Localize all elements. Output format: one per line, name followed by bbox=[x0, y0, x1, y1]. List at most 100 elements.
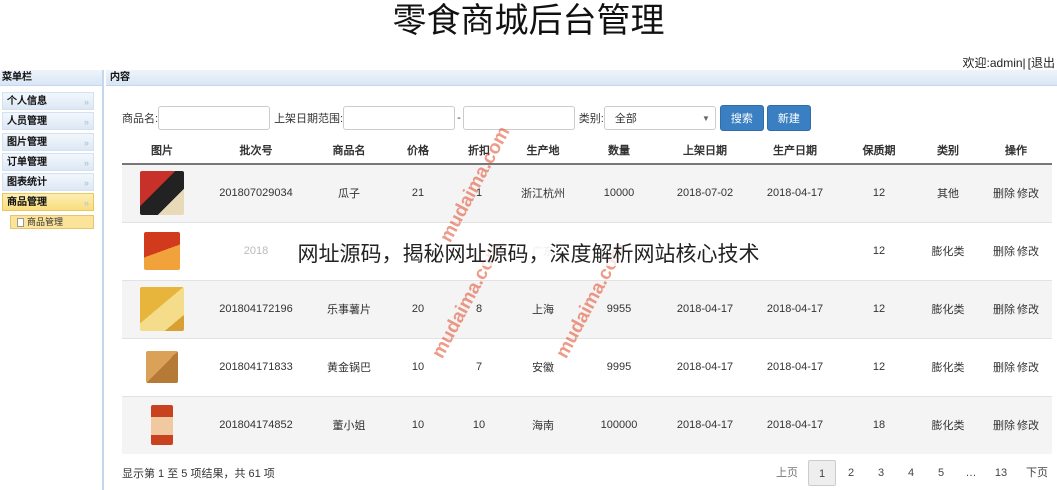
edit-link[interactable]: 修改 bbox=[1017, 188, 1039, 200]
page-button[interactable]: 13 bbox=[986, 460, 1016, 486]
cell-actions: 删除 修改 bbox=[980, 163, 1052, 222]
column-header: 商品名 bbox=[310, 136, 388, 165]
cell-category: 膨化类 bbox=[916, 279, 980, 338]
table-footer: 显示第 1 至 5 项结果，共 61 项 上页 1 2 3 4 5 … 13 下… bbox=[122, 458, 1052, 488]
column-header: 生产日期 bbox=[748, 136, 842, 165]
cell-category: 膨化类 bbox=[916, 221, 980, 280]
sidebar: 菜单栏 个人信息 » 人员管理 » 图片管理 » 订单管理 » 图表统计 » 商品管理 » … bbox=[0, 70, 104, 490]
cell-category: 膨化类 bbox=[916, 395, 980, 454]
search-button[interactable]: 搜索 bbox=[719, 105, 764, 131]
chevron-icon: » bbox=[83, 178, 89, 189]
cell-list-date: 2018-07-02 bbox=[662, 163, 748, 222]
welcome-text: 欢迎:admin| bbox=[962, 56, 1026, 70]
delete-link[interactable]: 删除 bbox=[993, 188, 1015, 200]
table-row: 201804171833 黄金锅巴 10 7 安徽 9995 2018-04-1… bbox=[122, 337, 1052, 396]
cell-price: 21 bbox=[388, 163, 448, 222]
cell-shelf-life: 18 bbox=[842, 395, 916, 454]
content-panel: 内容 商品名: 上架日期范围: - 类别: 全部 ▼ 搜索 新建 图片 批次号 商… bbox=[106, 70, 1057, 490]
page-button[interactable]: 3 bbox=[866, 460, 896, 486]
cell-price: 10 bbox=[388, 395, 448, 454]
category-select[interactable]: 全部 ▼ bbox=[603, 106, 716, 130]
sidebar-item-label: 图表统计 bbox=[7, 177, 47, 189]
new-button[interactable]: 新建 bbox=[766, 105, 811, 131]
product-image bbox=[140, 171, 184, 216]
sidebar-item-orders[interactable]: 订单管理 » bbox=[2, 152, 94, 171]
edit-link[interactable]: 修改 bbox=[1017, 420, 1039, 432]
page-title: 零食商城后台管理 bbox=[392, 1, 665, 41]
cell-origin: 广东 bbox=[510, 221, 576, 280]
chevron-icon: » bbox=[83, 198, 89, 209]
cell-name: 黄金锅巴 bbox=[310, 337, 388, 396]
category-label: 类别: bbox=[578, 113, 604, 125]
cell-category: 其他 bbox=[916, 163, 980, 222]
date-to-input[interactable] bbox=[462, 106, 575, 130]
cell-prod-date: 2018-04-17 bbox=[748, 163, 842, 222]
next-page-button[interactable]: 下页 bbox=[1022, 460, 1052, 486]
cell-batch: 201807029034 bbox=[202, 163, 310, 222]
sidebar-item-charts[interactable]: 图表统计 » bbox=[2, 173, 94, 192]
sidebar-item-label: 订单管理 bbox=[7, 156, 47, 168]
edit-link[interactable]: 修改 bbox=[1017, 362, 1039, 374]
page-button[interactable]: 1 bbox=[808, 460, 836, 486]
delete-link[interactable]: 删除 bbox=[993, 304, 1015, 316]
chevron-icon: » bbox=[83, 157, 89, 168]
sidebar-item-label: 个人信息 bbox=[7, 96, 47, 107]
cell-batch: 2018 bbox=[202, 221, 310, 280]
delete-link[interactable]: 删除 bbox=[993, 420, 1015, 432]
sidebar-item-label: 商品管理 bbox=[7, 197, 47, 209]
delete-link[interactable]: 删除 bbox=[993, 246, 1015, 258]
filter-bar: 商品名: 上架日期范围: - 类别: 全部 ▼ 搜索 新建 bbox=[122, 104, 811, 132]
prev-page-button[interactable]: 上页 bbox=[772, 460, 802, 486]
page-ellipsis: … bbox=[965, 467, 977, 479]
chevron-icon: » bbox=[83, 97, 89, 107]
cell-prod-date: 2018-04-17 bbox=[748, 337, 842, 396]
product-name-input[interactable] bbox=[158, 106, 271, 130]
page-button[interactable]: 2 bbox=[836, 460, 866, 486]
cell-name: 瓜子 bbox=[310, 163, 388, 222]
column-header: 批次号 bbox=[202, 136, 310, 165]
table-header-row: 图片 批次号 商品名 价格 折扣 生产地 数量 上架日期 生产日期 保质期 类别… bbox=[122, 136, 1052, 165]
cell-list-date bbox=[662, 221, 748, 280]
result-summary: 显示第 1 至 5 项结果，共 61 项 bbox=[122, 468, 275, 480]
column-header: 生产地 bbox=[510, 136, 576, 165]
date-dash: - bbox=[457, 112, 461, 124]
edit-link[interactable]: 修改 bbox=[1017, 304, 1039, 316]
cell-name: 董小姐 bbox=[310, 395, 388, 454]
cell-qty: 100000 bbox=[576, 395, 662, 454]
product-image bbox=[140, 287, 184, 331]
cell-name: 乐事薯片 bbox=[310, 279, 388, 338]
chevron-icon: » bbox=[83, 117, 89, 128]
sidebar-item-images[interactable]: 图片管理 » bbox=[2, 132, 94, 151]
sidebar-item-label: 图片管理 bbox=[7, 136, 47, 148]
page-button[interactable]: 4 bbox=[896, 460, 926, 486]
sidebar-item-staff[interactable]: 人员管理 » bbox=[2, 112, 94, 131]
chevron-down-icon: ▼ bbox=[701, 113, 710, 123]
date-from-input[interactable] bbox=[343, 106, 456, 130]
chevron-icon: » bbox=[83, 137, 89, 148]
cell-shelf-life: 12 bbox=[842, 279, 916, 338]
cell-batch: 201804171833 bbox=[202, 337, 310, 396]
sidebar-subitem-products[interactable]: 商品管理 bbox=[10, 215, 94, 230]
category-value: 全部 bbox=[614, 113, 637, 125]
cell-list-date: 2018-04-17 bbox=[662, 395, 748, 454]
cell-shelf-life: 12 bbox=[842, 163, 916, 222]
table-row: 201807029034 瓜子 21 1 浙江杭州 10000 2018-07-… bbox=[122, 163, 1052, 222]
table-row: 2018 辣条 广东 12 膨化类 删除 修改 bbox=[122, 221, 1052, 280]
column-header: 上架日期 bbox=[662, 136, 748, 165]
sidebar-subitem-label: 商品管理 bbox=[27, 217, 64, 228]
sidebar-item-profile[interactable]: 个人信息 » bbox=[2, 92, 94, 110]
cell-prod-date bbox=[748, 221, 842, 280]
product-image bbox=[146, 351, 178, 383]
page-button[interactable]: 5 bbox=[926, 460, 956, 486]
logout-link[interactable]: [退出 bbox=[1028, 56, 1055, 70]
column-header: 数量 bbox=[576, 136, 662, 165]
cell-list-date: 2018-04-17 bbox=[662, 337, 748, 396]
column-header: 操作 bbox=[980, 136, 1052, 165]
product-image bbox=[144, 232, 180, 270]
delete-link[interactable]: 删除 bbox=[993, 362, 1015, 374]
edit-link[interactable]: 修改 bbox=[1017, 246, 1039, 258]
cell-batch: 201804174852 bbox=[202, 395, 310, 454]
sidebar-item-products[interactable]: 商品管理 » bbox=[2, 193, 94, 212]
column-header: 图片 bbox=[122, 136, 202, 165]
welcome-bar: 欢迎:admin| [退出 bbox=[961, 54, 1055, 71]
